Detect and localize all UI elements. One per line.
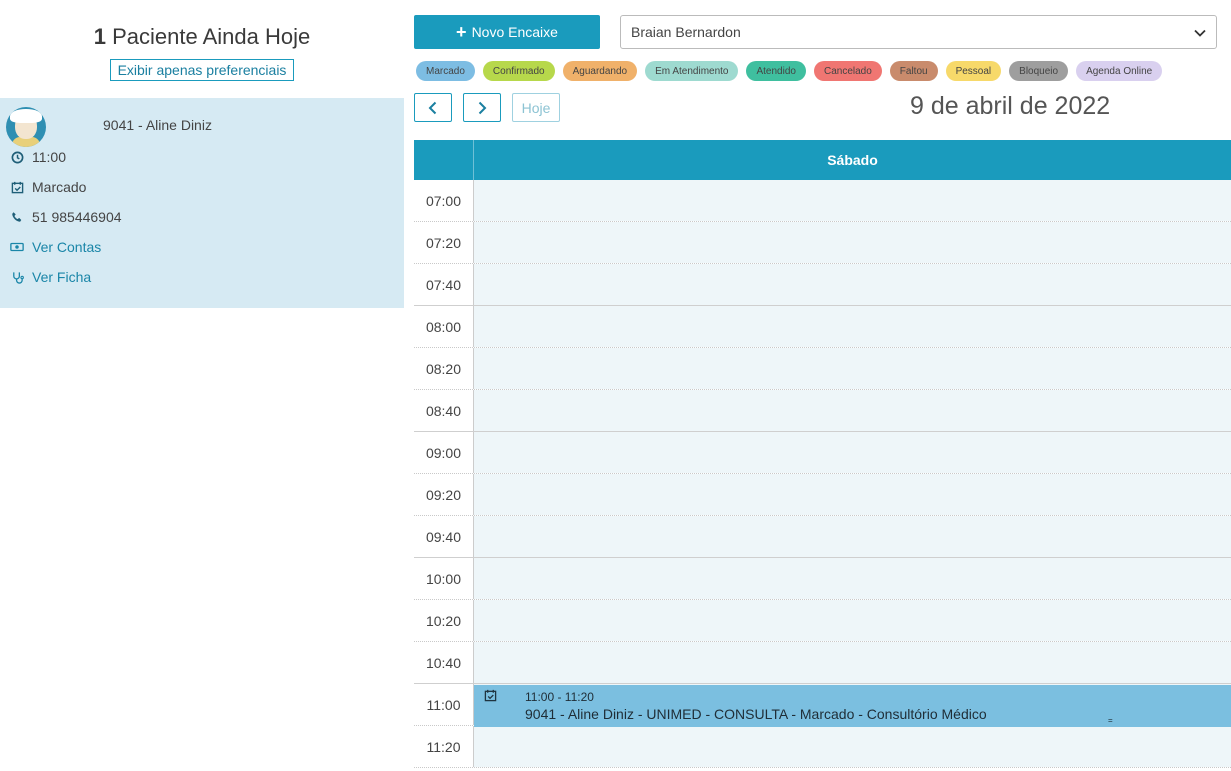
- calendar-row: 10:40: [414, 642, 1231, 684]
- novo-encaixe-label: Novo Encaixe: [471, 24, 558, 40]
- plus-icon: +: [456, 22, 467, 42]
- today-button[interactable]: Hoje: [512, 93, 560, 122]
- calendar-row: 07:40: [414, 264, 1231, 306]
- time-label: 09:00: [414, 432, 474, 473]
- show-preferential-button[interactable]: Exibir apenas preferenciais: [109, 59, 295, 81]
- legend-pill-marcado[interactable]: Marcado: [416, 61, 475, 81]
- calendar-row: 08:40: [414, 390, 1231, 432]
- time-label: 11:00: [414, 684, 474, 725]
- time-slot[interactable]: [474, 348, 1231, 389]
- ver-contas-label[interactable]: Ver Contas: [32, 239, 101, 255]
- patient-phone-row: 51 985446904: [10, 209, 122, 225]
- time-slot[interactable]: [474, 516, 1231, 557]
- left-panel: 1 Paciente Ainda Hoje Exibir apenas pref…: [0, 0, 404, 771]
- legend-pill-aguardando[interactable]: Aguardando: [562, 61, 638, 81]
- chevron-down-icon: [1194, 24, 1206, 40]
- clock-icon: [10, 150, 24, 164]
- money-icon: [10, 240, 24, 254]
- time-slot[interactable]: [474, 558, 1231, 599]
- patient-name[interactable]: 9041 - Aline Diniz: [103, 117, 212, 133]
- calendar-header: Sábado: [414, 140, 1231, 180]
- time-label: 10:20: [414, 600, 474, 641]
- appointment-event[interactable]: 11:00 - 11:20 9041 - Aline Diniz - UNIME…: [474, 685, 1231, 727]
- time-label: 08:00: [414, 306, 474, 347]
- calendar-check-icon: [10, 180, 24, 194]
- appointment-description: 9041 - Aline Diniz - UNIMED - CONSULTA -…: [525, 706, 987, 722]
- legend-pill-cancelado[interactable]: Cancelado: [813, 61, 882, 81]
- chevron-left-icon: [428, 101, 437, 114]
- doctor-select-value: Braian Bernardon: [631, 24, 741, 40]
- prev-day-button[interactable]: [414, 93, 452, 122]
- time-slot[interactable]: [474, 264, 1231, 305]
- phone-icon: [10, 210, 24, 224]
- ver-ficha-link[interactable]: Ver Ficha: [10, 269, 91, 285]
- legend-pill-pessoal[interactable]: Pessoal: [945, 61, 1002, 81]
- calendar-day-header: Sábado: [827, 152, 878, 168]
- patient-status: Marcado: [32, 179, 87, 195]
- legend-pill-confirmado[interactable]: Confirmado: [482, 61, 555, 81]
- appointment-time-range: 11:00 - 11:20: [525, 690, 594, 704]
- legend-pill-agenda-online[interactable]: Agenda Online: [1076, 61, 1163, 81]
- time-slot[interactable]: [474, 180, 1231, 221]
- legend-pill-bloqueio[interactable]: Bloqueio: [1009, 61, 1069, 81]
- status-legend: Marcado Confirmado Aguardando Em Atendiment…: [416, 61, 1163, 81]
- calendar-row: 11:20: [414, 726, 1231, 768]
- time-label: 07:40: [414, 264, 474, 305]
- stethoscope-icon: [10, 270, 24, 284]
- calendar-header-time-column: [414, 140, 474, 180]
- legend-pill-em-atendimento[interactable]: Em Atendimento: [645, 61, 739, 81]
- calendar-check-icon: [484, 689, 498, 703]
- time-slot[interactable]: [474, 432, 1231, 473]
- calendar-row: 10:00: [414, 558, 1231, 600]
- time-slot[interactable]: [474, 390, 1231, 431]
- next-day-button[interactable]: [463, 93, 501, 122]
- time-label: 09:20: [414, 474, 474, 515]
- patient-status-row: Marcado: [10, 179, 86, 195]
- current-date-title: 9 de abril de 2022: [910, 92, 1111, 120]
- calendar-row: 09:00: [414, 432, 1231, 474]
- time-label: 07:00: [414, 180, 474, 221]
- time-slot[interactable]: [474, 600, 1231, 641]
- resize-handle[interactable]: =: [1108, 717, 1113, 725]
- time-slot[interactable]: [474, 726, 1231, 767]
- novo-encaixe-button[interactable]: + Novo Encaixe: [414, 15, 600, 49]
- time-label: 08:20: [414, 348, 474, 389]
- calendar-row: 07:00: [414, 180, 1231, 222]
- left-header: 1 Paciente Ainda Hoje Exibir apenas pref…: [0, 0, 404, 81]
- patients-today-label: Paciente Ainda Hoje: [112, 24, 311, 49]
- patient-time: 11:00: [32, 149, 66, 165]
- time-slot[interactable]: [474, 222, 1231, 263]
- time-label: 09:40: [414, 516, 474, 557]
- patients-today-count: 1: [93, 24, 106, 49]
- time-label: 10:00: [414, 558, 474, 599]
- patient-phone: 51 985446904: [32, 209, 122, 225]
- time-label: 11:20: [414, 726, 474, 767]
- calendar-row: 10:20: [414, 600, 1231, 642]
- day-calendar: Sábado 07:00 07:20 07:40 08:00 08:20 08:40 09:…: [414, 140, 1231, 771]
- patient-card[interactable]: 9041 - Aline Diniz 11:00 Marcado 51 9854…: [0, 98, 404, 308]
- time-slot[interactable]: [474, 642, 1231, 683]
- time-label: 10:40: [414, 642, 474, 683]
- calendar-row: 07:20: [414, 222, 1231, 264]
- legend-pill-atendido[interactable]: Atendido: [746, 61, 806, 81]
- time-slot[interactable]: [474, 306, 1231, 347]
- calendar-row: 09:20: [414, 474, 1231, 516]
- time-label: 08:40: [414, 390, 474, 431]
- time-slot[interactable]: [474, 474, 1231, 515]
- doctor-select[interactable]: Braian Bernardon: [620, 15, 1217, 49]
- avatar: [6, 107, 46, 147]
- calendar-row: 08:00: [414, 306, 1231, 348]
- time-label: 07:20: [414, 222, 474, 263]
- calendar-row: 09:40: [414, 516, 1231, 558]
- calendar-rows: 07:00 07:20 07:40 08:00 08:20 08:40 09:00 09:20…: [414, 180, 1231, 768]
- patient-time-row: 11:00: [10, 149, 66, 165]
- ver-ficha-label[interactable]: Ver Ficha: [32, 269, 91, 285]
- ver-contas-link[interactable]: Ver Contas: [10, 239, 101, 255]
- chevron-right-icon: [478, 101, 487, 114]
- calendar-row: 08:20: [414, 348, 1231, 390]
- legend-pill-faltou[interactable]: Faltou: [889, 61, 938, 81]
- patients-today-title: 1 Paciente Ainda Hoje: [0, 24, 404, 50]
